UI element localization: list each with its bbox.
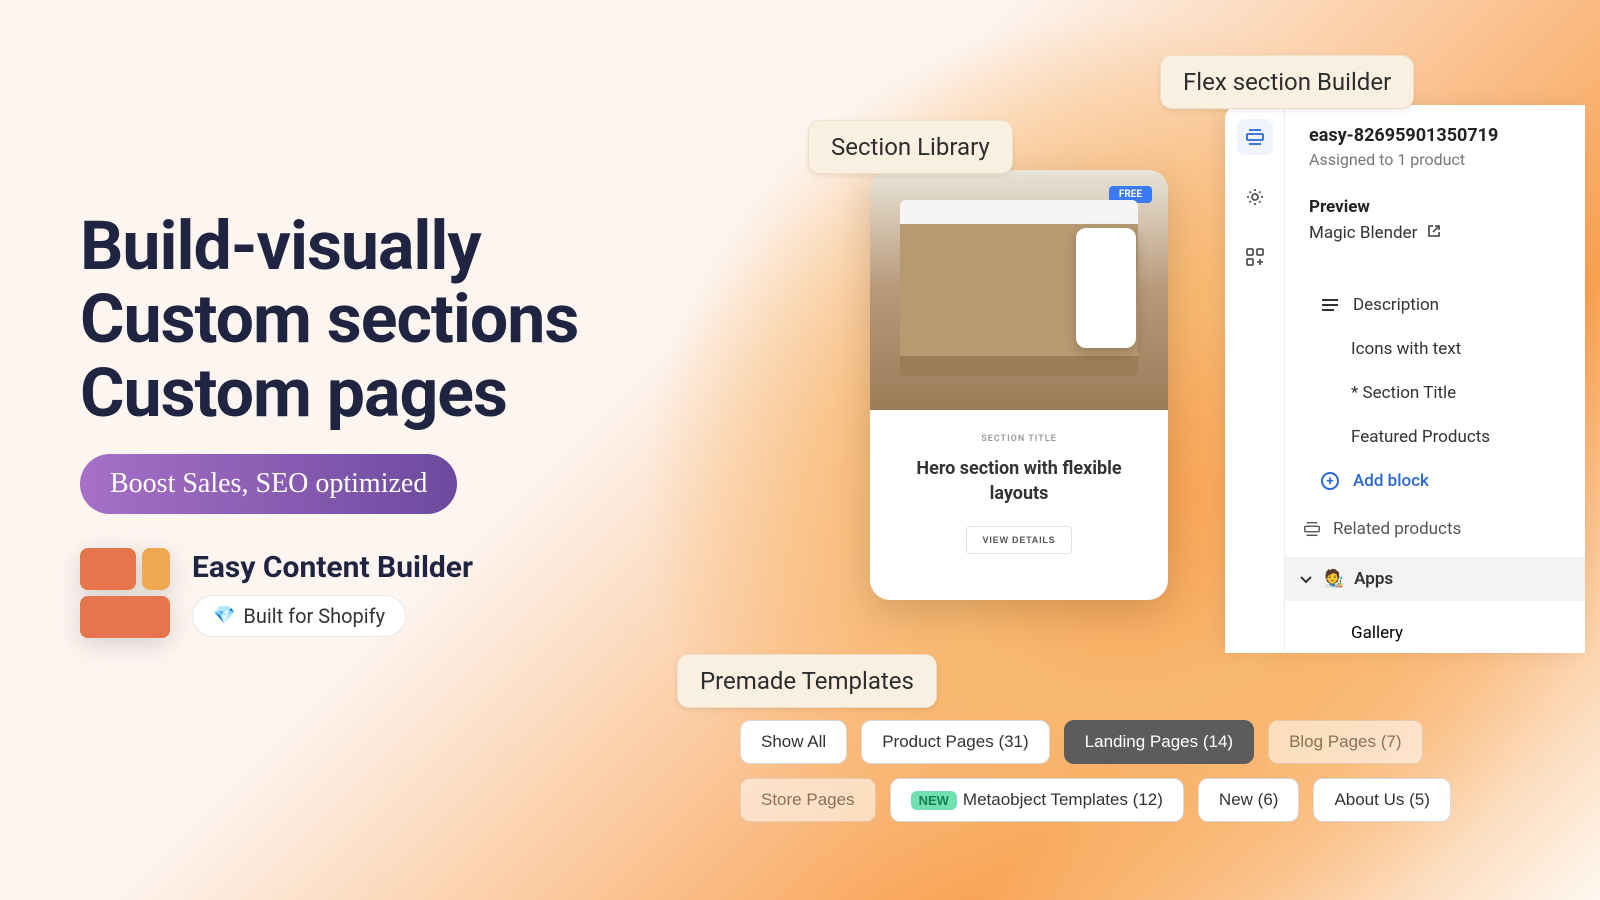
related-products-item[interactable]: Related products (1289, 519, 1567, 539)
grid-icon (1321, 385, 1337, 401)
filter-metaobject-templates[interactable]: NEWMetaobject Templates (12) (890, 778, 1184, 822)
headline-line-1: Build-visually (80, 210, 578, 283)
gem-icon: 💎 (213, 605, 235, 626)
flex-builder-panel: easy-82695901350719 Assigned to 1 produc… (1225, 105, 1585, 653)
view-details-button[interactable]: VIEW DETAILS (966, 526, 1073, 554)
premade-templates-label: Premade Templates (677, 654, 937, 708)
add-block-button[interactable]: + Add block (1321, 471, 1567, 491)
filter-show-all[interactable]: Show All (740, 720, 847, 764)
filter-row: Show All Product Pages (31) Landing Pages … (740, 720, 1460, 822)
headline-line-3: Custom pages (80, 357, 578, 430)
filter-product-pages[interactable]: Product Pages (31) (861, 720, 1049, 764)
block-gallery[interactable]: Gallery (1309, 623, 1567, 643)
section-library-label: Section Library (808, 120, 1013, 174)
builder-assigned-text: Assigned to 1 product (1309, 150, 1567, 169)
grid-icon (1321, 429, 1337, 445)
app-title: Easy Content Builder (192, 550, 473, 585)
main-headline: Build-visually Custom sections Custom pa… (80, 210, 578, 430)
builder-template-id: easy-82695901350719 (1309, 125, 1567, 146)
preview-product-name: Magic Blender (1309, 223, 1417, 243)
section-library-card[interactable]: FREE SECTION TITLE Hero section with fle… (870, 170, 1168, 600)
headline-line-2: Custom sections (80, 283, 578, 356)
builder-rail (1225, 105, 1285, 653)
filter-new[interactable]: New (6) (1198, 778, 1300, 822)
lines-icon (1321, 296, 1339, 314)
plus-circle-icon: + (1321, 472, 1339, 490)
flex-builder-label: Flex section Builder (1160, 55, 1414, 109)
apps-section-toggle[interactable]: 🧑‍🎨 Apps (1285, 557, 1585, 601)
section-card-preview: FREE (870, 170, 1168, 410)
sections-icon[interactable] (1237, 119, 1273, 155)
block-list: Description Icons with text * Section Ti… (1309, 295, 1567, 491)
app-logo-icon (80, 548, 170, 638)
filter-blog-pages[interactable]: Blog Pages (7) (1268, 720, 1422, 764)
block-section-title[interactable]: * Section Title (1321, 383, 1567, 403)
block-featured-products[interactable]: Featured Products (1321, 427, 1567, 447)
section-title: Hero section with flexible layouts (890, 456, 1148, 506)
new-badge: NEW (911, 791, 957, 810)
built-for-shopify-badge: 💎 Built for Shopify (192, 595, 406, 637)
external-link-icon (1427, 224, 1441, 242)
preview-product-link[interactable]: Magic Blender (1309, 223, 1567, 243)
preview-label: Preview (1309, 197, 1567, 217)
grid-icon (1321, 341, 1337, 357)
section-subtitle: SECTION TITLE (981, 434, 1057, 444)
apps-grid-icon[interactable] (1237, 239, 1273, 275)
block-icons-with-text[interactable]: Icons with text (1321, 339, 1567, 359)
badge-text: Built for Shopify (243, 604, 385, 628)
filter-landing-pages[interactable]: Landing Pages (14) (1064, 720, 1254, 764)
grid-icon (1321, 625, 1337, 641)
app-emoji-icon: 🧑‍🎨 (1323, 569, 1344, 589)
chevron-down-icon (1299, 572, 1313, 586)
filter-about-us[interactable]: About Us (5) (1313, 778, 1450, 822)
gear-icon[interactable] (1237, 179, 1273, 215)
block-description[interactable]: Description (1321, 295, 1567, 315)
filter-store-pages[interactable]: Store Pages (740, 778, 876, 822)
boost-pill: Boost Sales, SEO optimized (80, 454, 457, 514)
